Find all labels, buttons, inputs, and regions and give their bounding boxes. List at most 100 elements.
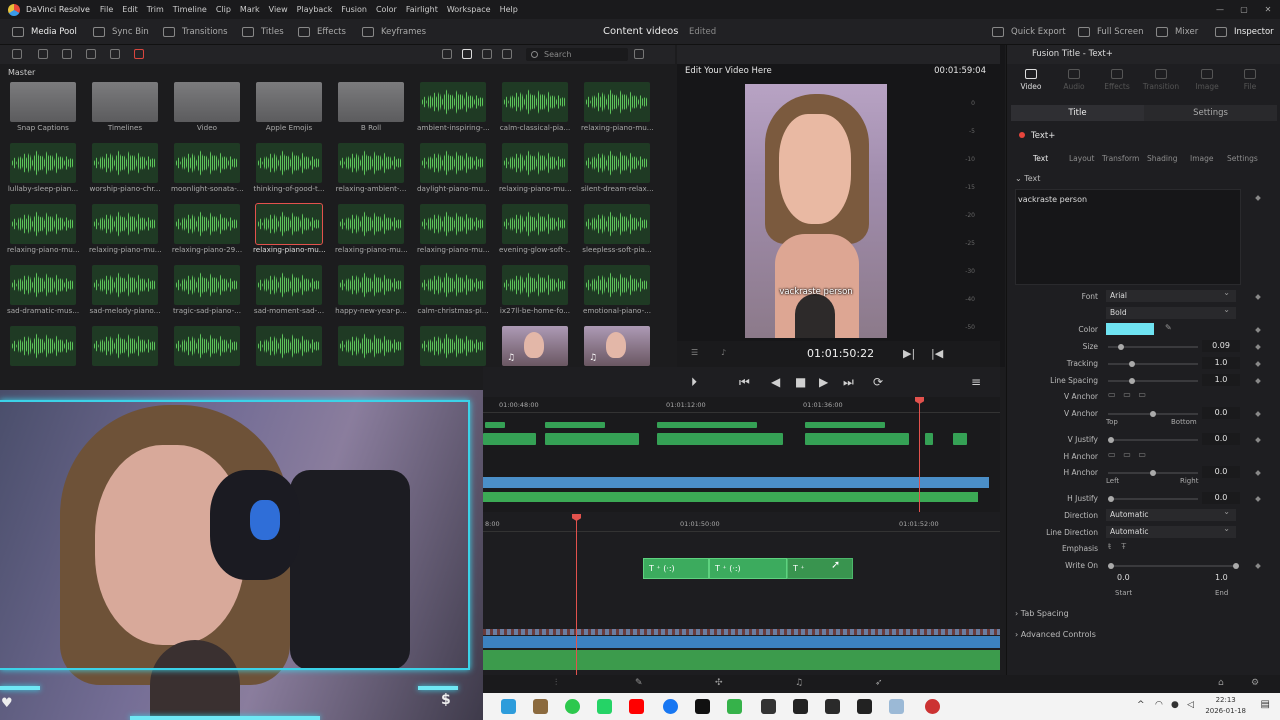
size-slider-knob[interactable] xyxy=(1118,344,1124,350)
media-audio-clip[interactable]: relaxing-piano-mu... xyxy=(581,82,653,140)
size-keyframe-icon[interactable] xyxy=(1255,344,1261,350)
stop-icon[interactable]: ■ xyxy=(795,375,806,389)
h-anchor-value[interactable]: 0.0 xyxy=(1202,466,1240,478)
transitions-button[interactable]: Transitions xyxy=(163,19,228,45)
youtube-taskbar-icon[interactable] xyxy=(629,699,644,714)
maximize-button[interactable]: ▢ xyxy=(1232,0,1256,19)
media-audio-clip[interactable]: relaxing-piano-29... xyxy=(171,204,243,262)
mic-icon[interactable]: ● xyxy=(1171,700,1179,710)
media-audio-clip[interactable]: happy-new-year-p... xyxy=(335,265,407,323)
menu-file[interactable]: File xyxy=(100,5,113,14)
menu-edit[interactable]: Edit xyxy=(122,5,138,14)
media-audio-clip[interactable]: daylight-piano-mu... xyxy=(417,143,489,201)
title-clip[interactable]: T ⁺ xyxy=(787,558,853,579)
color-keyframe-icon[interactable] xyxy=(1255,327,1261,333)
text-input[interactable]: vackraste person xyxy=(1015,189,1241,285)
bin-folder[interactable]: Apple Emojis xyxy=(253,82,325,140)
menu-playback[interactable]: Playback xyxy=(297,5,333,14)
reverse-icon[interactable]: ◀ xyxy=(771,375,780,389)
media-audio-clip[interactable]: worship-piano-chr... xyxy=(89,143,161,201)
menu-fusion[interactable]: Fusion xyxy=(341,5,367,14)
volume-icon[interactable]: ◁ xyxy=(1187,700,1194,710)
upper-audio-track[interactable] xyxy=(483,492,978,502)
subtab-settings[interactable]: Settings xyxy=(1227,154,1258,163)
write-on-end-value[interactable]: 1.0 xyxy=(1215,573,1228,582)
system-clock[interactable]: 22:13 2026-01-18 xyxy=(1205,695,1246,717)
sort-icon[interactable] xyxy=(634,49,644,59)
media-audio-clip[interactable]: sad-melody-piano... xyxy=(89,265,161,323)
media-audio-clip[interactable] xyxy=(253,326,325,367)
v-anchor-keyframe-icon[interactable] xyxy=(1255,411,1261,417)
v-anchor-value[interactable]: 0.0 xyxy=(1202,407,1240,419)
media-audio-clip[interactable]: thinking-of-good-t... xyxy=(253,143,325,201)
direction-select[interactable]: Automatic xyxy=(1106,506,1236,521)
title-clip[interactable]: T ⁺ (·:) xyxy=(643,558,709,579)
line-direction-select[interactable]: Automatic xyxy=(1106,523,1236,538)
deliver-page-icon[interactable]: ➶ xyxy=(875,678,883,688)
media-audio-clip[interactable]: emotional-piano-... xyxy=(581,265,653,323)
media-audio-clip[interactable] xyxy=(171,326,243,367)
font-style-select[interactable]: Bold xyxy=(1106,304,1236,319)
inspector-button[interactable]: Inspector xyxy=(1215,19,1274,45)
font-select[interactable]: Arial xyxy=(1106,287,1236,302)
upper-title-clip[interactable] xyxy=(925,433,933,445)
size-value[interactable]: 0.09 xyxy=(1202,340,1240,352)
title-clip[interactable]: T ⁺ (·:) xyxy=(709,558,787,579)
media-audio-clip[interactable]: sad-moment-sad-... xyxy=(253,265,325,323)
loop-mode-icon[interactable]: ⏵ xyxy=(691,375,697,390)
h-anchor-slider[interactable] xyxy=(1108,470,1198,476)
metadata-view-icon[interactable] xyxy=(502,49,512,59)
eyedropper-icon[interactable]: ✎ xyxy=(1165,323,1172,332)
upper-title-clip[interactable] xyxy=(953,433,967,445)
close-button[interactable]: ✕ xyxy=(1256,0,1280,19)
upper-title-clip[interactable] xyxy=(483,433,536,445)
play-icon[interactable]: ▶ xyxy=(819,375,828,389)
prev-frame-icon[interactable]: |◀ xyxy=(931,347,943,360)
advanced-controls-section[interactable]: › Advanced Controls xyxy=(1015,630,1096,639)
lower-playhead[interactable] xyxy=(576,518,577,675)
subtab-transform[interactable]: Transform xyxy=(1102,154,1139,163)
media-video-clip[interactable]: ♫ xyxy=(581,326,653,367)
media-audio-clip[interactable]: moonlight-sonata-... xyxy=(171,143,243,201)
line-spacing-slider[interactable] xyxy=(1108,378,1198,384)
tray-chevron-icon[interactable]: ^ xyxy=(1137,700,1145,710)
tracking-value[interactable]: 1.0 xyxy=(1202,357,1240,369)
subtab-shading[interactable]: Shading xyxy=(1147,154,1177,163)
h-justify-slider[interactable] xyxy=(1108,496,1198,502)
write-on-end-knob[interactable] xyxy=(1233,563,1239,569)
facebook-taskbar-icon[interactable] xyxy=(663,699,678,714)
subtab-image[interactable]: Image xyxy=(1190,154,1214,163)
tracking-keyframe-icon[interactable] xyxy=(1255,361,1261,367)
upper-title-clip[interactable] xyxy=(657,422,757,428)
upper-title-clip[interactable] xyxy=(805,422,885,428)
media-audio-clip[interactable] xyxy=(7,326,79,367)
line-spacing-slider-knob[interactable] xyxy=(1129,378,1135,384)
lower-audio-track[interactable] xyxy=(483,650,1000,670)
bin-folder[interactable]: Timelines xyxy=(89,82,161,140)
h-anchor-buttons[interactable]: ▭ ▭ ▭ xyxy=(1108,450,1146,459)
media-audio-clip[interactable]: relaxing-piano-mu... xyxy=(335,204,407,262)
refresh-icon[interactable] xyxy=(110,49,120,59)
media-audio-clip[interactable]: relaxing-piano-mu... xyxy=(89,204,161,262)
upper-video-track[interactable] xyxy=(483,477,989,488)
v-justify-slider[interactable] xyxy=(1108,437,1198,443)
list-view-icon[interactable] xyxy=(482,49,492,59)
media-audio-clip[interactable]: ix27ll-be-home-fo... xyxy=(499,265,571,323)
media-audio-clip[interactable]: tragic-sad-piano-... xyxy=(171,265,243,323)
media-audio-clip[interactable]: relaxing-piano-mu... xyxy=(499,143,571,201)
media-audio-clip[interactable]: relaxing-piano-mu... xyxy=(417,204,489,262)
lower-video-track[interactable] xyxy=(483,636,1000,648)
menu-trim[interactable]: Trim xyxy=(147,5,164,14)
link-icon[interactable] xyxy=(86,49,96,59)
upper-title-clip[interactable] xyxy=(657,433,783,445)
media-audio-clip[interactable]: sleepless-soft-pia... xyxy=(581,204,653,262)
size-slider[interactable] xyxy=(1108,344,1198,350)
menu-help[interactable]: Help xyxy=(500,5,518,14)
thumbnail-view-icon[interactable] xyxy=(442,49,452,59)
v-anchor-slider[interactable] xyxy=(1108,411,1198,417)
home-icon[interactable]: ⌂ xyxy=(1218,678,1224,688)
text-keyframe-icon[interactable] xyxy=(1255,195,1261,201)
media-audio-clip[interactable]: sad-dramatic-mus... xyxy=(7,265,79,323)
new-bin-icon[interactable] xyxy=(38,49,48,59)
upper-title-clip[interactable] xyxy=(485,422,505,428)
